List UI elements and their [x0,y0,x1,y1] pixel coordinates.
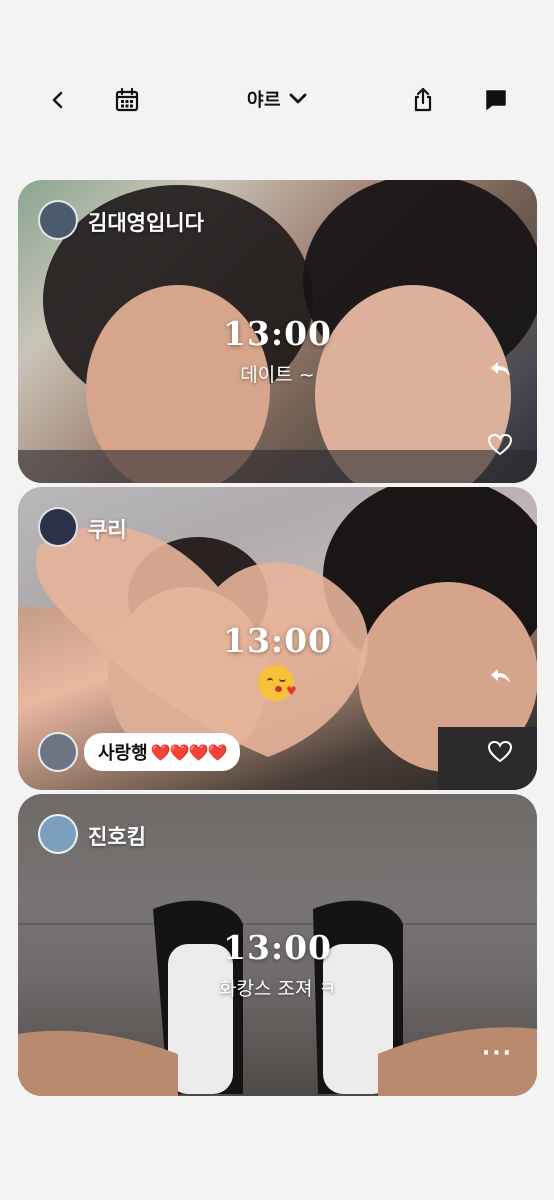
reaction-hearts: ❤️❤️❤️❤️ [150,742,228,762]
post-card[interactable]: 김대영입니다 13:00 데이트 ~ [18,180,537,483]
reply-icon [491,362,510,376]
top-bar: 야르 [0,78,554,122]
chat-button[interactable] [480,84,512,116]
post-time: 13:00 [222,928,333,967]
share-icon [414,87,432,112]
chevron-down-icon [289,93,307,104]
author-avatar[interactable] [38,507,78,547]
share-button[interactable] [407,84,439,116]
reply-button[interactable] [485,661,515,691]
author-name[interactable]: 진호킴 [88,821,146,851]
group-selector[interactable]: 야르 [0,86,554,112]
post-caption: 화캉스 조져 ㅋ [219,978,336,1000]
heart-icon [487,740,513,763]
heart-icon [487,433,513,456]
reaction-text: 사랑행 [98,743,148,764]
reply-button[interactable] [485,354,515,384]
reaction-bubble: 사랑행 ❤️❤️❤️❤️ [84,733,241,771]
comment-reaction[interactable]: 사랑행 ❤️❤️❤️❤️ [38,732,241,772]
post-time: 13:00 [222,314,333,353]
author-avatar[interactable] [38,200,78,240]
post-card[interactable]: 진호킴 13:00 화캉스 조져 ㅋ ··· [18,794,537,1096]
group-title: 야르 [246,90,282,111]
kissing-heart-emoji: ♥ [258,665,297,701]
author-name[interactable]: 쿠리 [88,514,127,544]
author-name[interactable]: 김대영입니다 [88,207,204,237]
post-caption: 데이트 ~ [240,364,315,386]
reply-icon [491,669,510,683]
like-button[interactable] [485,430,515,460]
author-avatar[interactable] [38,814,78,854]
post-card[interactable]: 쿠리 13:00 ♥ 사랑행 ❤️❤️❤️❤️ [18,487,537,790]
like-button[interactable] [485,737,515,767]
more-options-button[interactable]: ··· [482,1041,513,1066]
chat-icon [486,90,506,110]
post-time: 13:00 [222,621,333,660]
reaction-avatar [38,732,78,772]
